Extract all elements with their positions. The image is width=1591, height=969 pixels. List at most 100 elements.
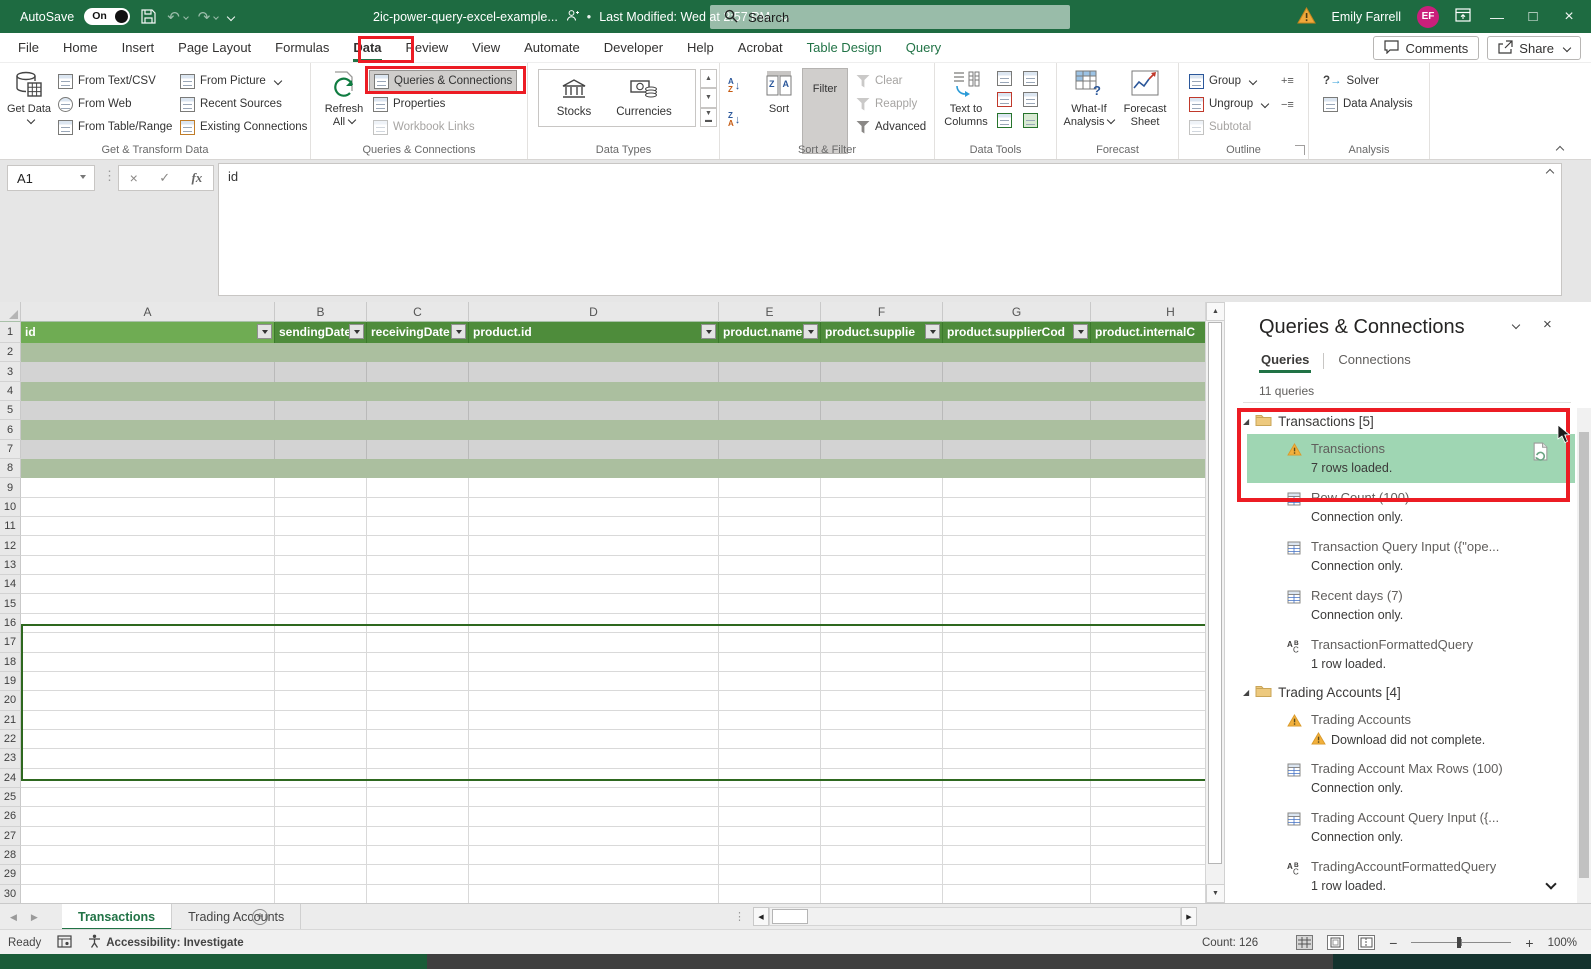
tab-table-design[interactable]: Table Design [795, 33, 894, 62]
grid-cell[interactable] [1091, 633, 1205, 652]
grid-cell[interactable] [943, 672, 1091, 691]
row-header-19[interactable]: 19 [0, 672, 21, 691]
remove-duplicates-button[interactable] [997, 91, 1038, 107]
grid-cell[interactable] [943, 653, 1091, 672]
tab-file[interactable]: File [6, 33, 51, 62]
collapse-ribbon-icon[interactable] [1556, 146, 1564, 154]
grid-cell[interactable] [1091, 536, 1205, 555]
query-item[interactable]: Trading Account Query Input ({...Connect… [1225, 803, 1575, 852]
grid-cell[interactable] [1091, 749, 1205, 768]
grid-cell[interactable] [1091, 691, 1205, 710]
grid-cell[interactable] [719, 459, 821, 478]
grid-cell[interactable] [275, 343, 367, 362]
customize-quick-access-icon[interactable] [228, 14, 234, 20]
grid-cell[interactable] [275, 633, 367, 652]
grid-cell[interactable] [719, 614, 821, 633]
grid-cell[interactable] [1091, 788, 1205, 807]
grid-cell[interactable] [367, 440, 469, 459]
grid-cell[interactable] [469, 498, 719, 517]
grid-cell[interactable] [367, 614, 469, 633]
grid-cell[interactable] [367, 807, 469, 826]
currencies-button[interactable]: Currencies [609, 70, 679, 126]
prev-sheet-icon[interactable]: ◀ [10, 912, 17, 923]
existing-connections-button[interactable]: Existing Connections [176, 116, 311, 138]
grid-cell[interactable] [275, 827, 367, 846]
grid-cell[interactable] [275, 382, 367, 401]
grid-cell[interactable] [469, 362, 719, 381]
column-header-G[interactable]: G [943, 302, 1091, 322]
filter-dropdown-icon[interactable] [257, 324, 272, 339]
grid-cell[interactable] [943, 633, 1091, 652]
horizontal-scrollbar[interactable] [769, 907, 1181, 926]
grid-cell[interactable] [943, 691, 1091, 710]
grid-cell[interactable] [821, 362, 943, 381]
scrollbar-thumb[interactable] [1208, 322, 1222, 864]
grid-cell[interactable] [469, 343, 719, 362]
grid-cell[interactable] [469, 846, 719, 865]
row-header-22[interactable]: 22 [0, 730, 21, 749]
tab-automate[interactable]: Automate [512, 33, 592, 62]
grid-cell[interactable] [275, 672, 367, 691]
grid-cell[interactable] [943, 401, 1091, 420]
grid-cell[interactable] [719, 575, 821, 594]
grid-cell[interactable] [21, 420, 275, 439]
grid-cell[interactable] [275, 440, 367, 459]
grid-cell[interactable] [275, 594, 367, 613]
grid-cell[interactable] [469, 459, 719, 478]
grid-cell[interactable] [469, 730, 719, 749]
grid-cell[interactable] [1091, 459, 1205, 478]
next-sheet-icon[interactable]: ▶ [31, 912, 38, 923]
page-layout-view-icon[interactable] [1327, 935, 1344, 950]
filter-dropdown-icon[interactable] [701, 324, 716, 339]
grid-cell[interactable] [367, 788, 469, 807]
grid-cell[interactable] [821, 536, 943, 555]
grid-cell[interactable] [21, 536, 275, 555]
grid-cell[interactable] [943, 343, 1091, 362]
grid-cell[interactable] [367, 343, 469, 362]
query-item[interactable]: Transactions7 rows loaded. [1247, 434, 1575, 483]
grid-cell[interactable] [821, 711, 943, 730]
grid-cell[interactable] [21, 633, 275, 652]
warning-icon[interactable] [1297, 7, 1316, 27]
grid-cell[interactable] [943, 846, 1091, 865]
queries-and-connections-button[interactable]: Queries & Connections [369, 70, 517, 92]
grid-cell[interactable] [821, 594, 943, 613]
grid-cell[interactable] [469, 594, 719, 613]
ribbon-display-options-icon[interactable] [1455, 8, 1471, 25]
grid-cell[interactable] [943, 614, 1091, 633]
grid-cell[interactable] [1091, 362, 1205, 381]
grid-cell[interactable] [821, 730, 943, 749]
undo-icon[interactable]: ↶ [167, 8, 188, 26]
grid-cell[interactable] [469, 401, 719, 420]
row-header-30[interactable]: 30 [0, 885, 21, 903]
zoom-out-icon[interactable]: − [1389, 935, 1397, 951]
grid-cell[interactable] [943, 885, 1091, 903]
grid-cell[interactable] [719, 536, 821, 555]
grid-cell[interactable] [21, 478, 275, 497]
grid-cell[interactable] [21, 517, 275, 536]
grid-cell[interactable] [21, 885, 275, 903]
grid-cell[interactable] [821, 749, 943, 768]
query-item[interactable]: Trading Account Max Rows (100)Connection… [1225, 754, 1575, 803]
panel-tab-connections[interactable]: Connections [1336, 352, 1412, 373]
grid-cell[interactable] [367, 711, 469, 730]
grid-cell[interactable] [821, 575, 943, 594]
grid-cell[interactable] [469, 711, 719, 730]
flash-fill-button[interactable] [997, 70, 1038, 86]
column-header-F[interactable]: F [821, 302, 943, 322]
row-header-7[interactable]: 7 [0, 440, 21, 459]
column-header-A[interactable]: A [21, 302, 275, 322]
grid-cell[interactable] [821, 517, 943, 536]
grid-cell[interactable] [943, 536, 1091, 555]
grid-cell[interactable] [469, 827, 719, 846]
grid-cell[interactable] [943, 730, 1091, 749]
from-table-range-button[interactable]: From Table/Range [54, 116, 176, 138]
sort-az-button[interactable]: AZ↓ [728, 73, 740, 94]
grid-cell[interactable] [719, 672, 821, 691]
query-group-header[interactable]: ◢Trading Accounts [4] [1225, 679, 1575, 705]
tab-acrobat[interactable]: Acrobat [726, 33, 795, 62]
grid-cell[interactable] [367, 382, 469, 401]
grid-cell[interactable] [821, 885, 943, 903]
table-header-cell[interactable]: product.id [469, 322, 719, 343]
row-header-4[interactable]: 4 [0, 382, 21, 401]
